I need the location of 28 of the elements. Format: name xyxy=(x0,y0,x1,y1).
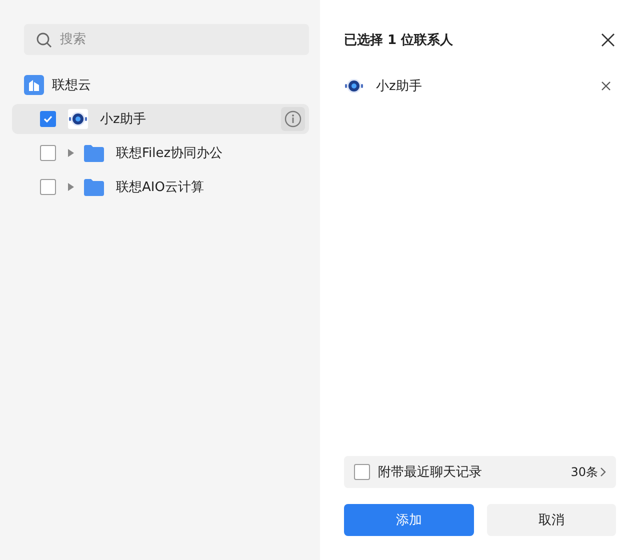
tree-row[interactable]: 小z助手 xyxy=(12,104,309,134)
info-button[interactable] xyxy=(281,107,305,131)
expand-caret-icon[interactable] xyxy=(68,183,74,191)
remove-button[interactable] xyxy=(600,80,612,92)
dialog-title: 已选择 1 位联系人 xyxy=(344,32,454,49)
attach-label: 附带最近聊天记录 xyxy=(378,464,483,481)
building-icon xyxy=(24,75,44,95)
folder-icon xyxy=(84,178,104,196)
cancel-button[interactable]: 取消 xyxy=(486,504,616,536)
checkbox[interactable] xyxy=(40,179,56,195)
robot-avatar-icon xyxy=(68,109,88,129)
expand-caret-icon[interactable] xyxy=(68,149,74,157)
org-name: 联想云 xyxy=(52,77,91,94)
add-button[interactable]: 添加 xyxy=(344,504,474,536)
close-button[interactable] xyxy=(600,32,616,48)
contact-name: 小z助手 xyxy=(100,111,147,128)
search-field[interactable]: 搜索 xyxy=(24,24,309,55)
chevron-icon xyxy=(600,467,606,477)
group-name: 联想AIO云计算 xyxy=(116,179,205,196)
count-link[interactable]: 30条 xyxy=(570,464,606,480)
checkbox[interactable] xyxy=(354,464,370,480)
checkmark-icon xyxy=(43,114,53,124)
folder-icon xyxy=(84,144,104,162)
group-name: 联想Filez协同办公 xyxy=(116,145,224,162)
robot-avatar-icon xyxy=(344,76,364,96)
checkbox[interactable] xyxy=(40,111,56,127)
contact-name: 小z助手 xyxy=(376,78,423,95)
checkbox[interactable] xyxy=(40,145,56,161)
